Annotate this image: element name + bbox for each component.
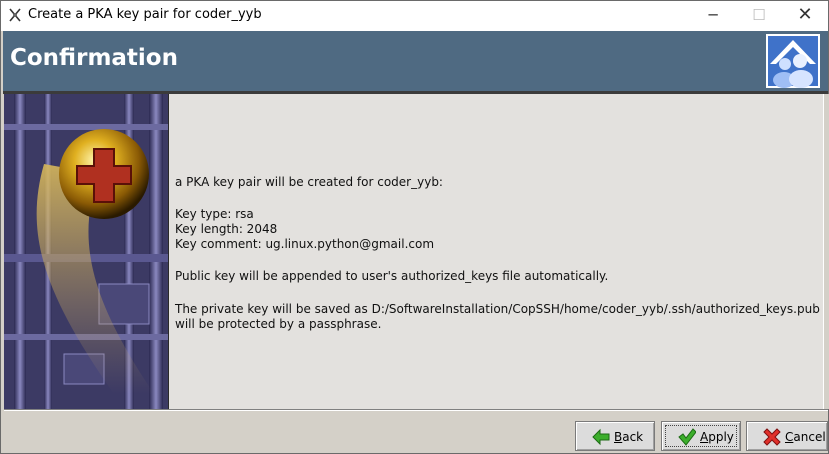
- red-x-icon: [763, 428, 781, 446]
- key-comment-text: Key comment: ug.linux.python@gmail.com: [175, 237, 435, 251]
- wizard-side-graphic: [4, 94, 169, 409]
- footer-divider-highlight: [4, 410, 828, 411]
- green-left-arrow-icon: [592, 428, 610, 446]
- intro-text: a PKA key pair will be created for coder…: [175, 175, 443, 189]
- confirmation-panel: a PKA key pair will be created for coder…: [169, 94, 829, 409]
- close-button[interactable]: ✕: [782, 1, 828, 31]
- dialog-window: Create a PKA key pair for coder_yyb ─ ☐ …: [0, 0, 829, 454]
- private-key-note-line1: The private key will be saved as D:/Soft…: [175, 302, 829, 316]
- maximize-button[interactable]: ☐: [736, 1, 782, 31]
- private-key-note-line2: will be protected by a passphrase.: [175, 317, 382, 331]
- public-key-note: Public key will be appended to user's au…: [175, 269, 609, 283]
- green-checkmark-icon: [678, 428, 696, 446]
- wizard-header: Confirmation: [3, 31, 828, 91]
- window-title: Create a PKA key pair for coder_yyb: [28, 7, 262, 22]
- users-logo-icon: [766, 34, 820, 88]
- back-button[interactable]: Back: [575, 421, 655, 451]
- panel-edge: [823, 94, 829, 409]
- cancel-button-label: Cancel: [785, 430, 826, 444]
- page-title: Confirmation: [10, 45, 178, 71]
- back-button-label: Back: [614, 430, 644, 444]
- app-icon: [9, 8, 21, 22]
- apply-button[interactable]: Apply: [661, 421, 741, 451]
- apply-button-label: Apply: [700, 430, 734, 444]
- title-bar[interactable]: Create a PKA key pair for coder_yyb ─ ☐ …: [1, 1, 828, 31]
- cancel-button[interactable]: Cancel: [746, 421, 828, 451]
- key-length-text: Key length: 2048: [175, 222, 278, 236]
- key-type-text: Key type: rsa: [175, 207, 254, 221]
- minimize-button[interactable]: ─: [690, 1, 736, 31]
